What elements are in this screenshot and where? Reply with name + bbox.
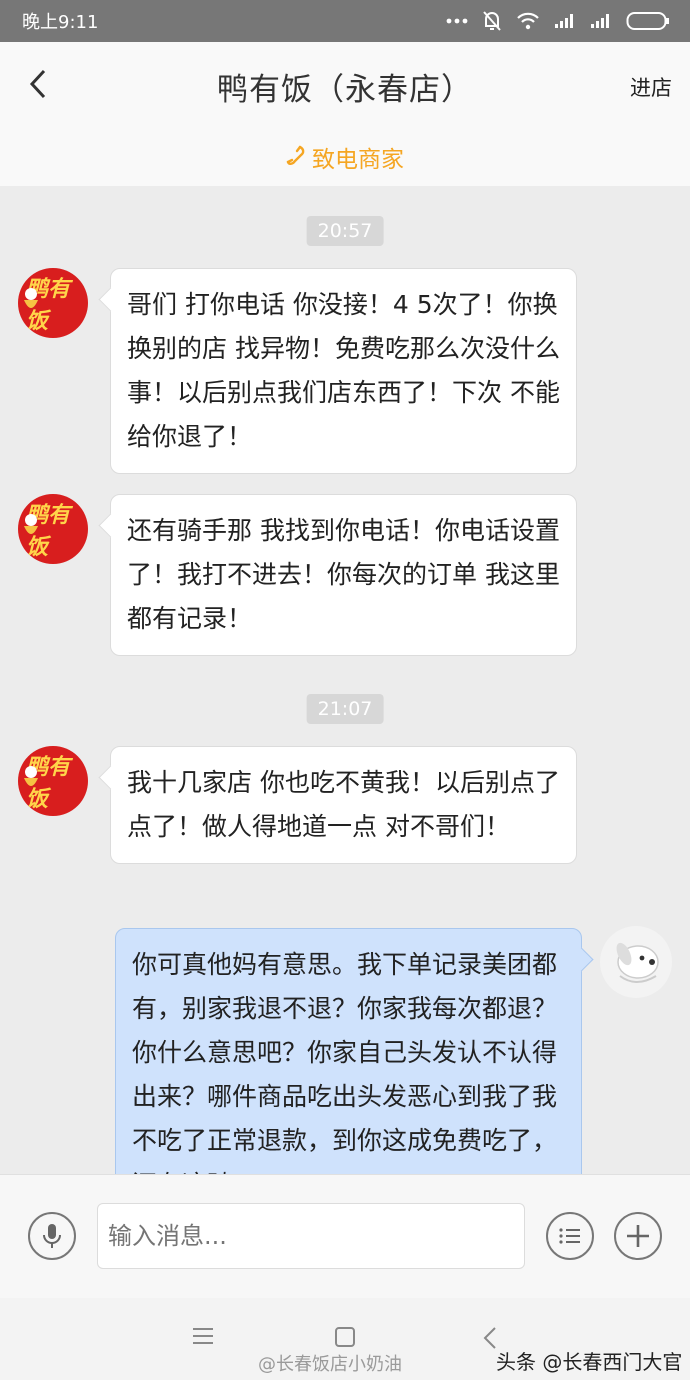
timestamp: 20:57 [306,216,384,246]
message-bubble-user: 你可真他妈有意思。我下单记录美团都有，别家我退不退？你家我每次都退？你什么意思吧… [115,928,582,1174]
add-button[interactable] [614,1212,662,1260]
signal-icon [555,14,573,28]
voice-button[interactable] [28,1212,76,1260]
quick-reply-button[interactable] [546,1212,594,1260]
status-time: 晚上9:11 [22,12,99,33]
microphone-icon [43,1224,61,1248]
message-bubble-merchant: 还有骑手那 我找到你电话！你电话设置了！我打不进去！你每次的订单 我这里都有记录… [110,494,577,656]
status-icons [446,10,670,32]
toutiao-watermark: 头条 @长春西门大官人 [496,1350,683,1380]
battery-icon [626,12,669,30]
timestamp: 21:07 [306,694,384,724]
signal-icon-2 [591,14,609,28]
duck-logo-icon [24,288,38,308]
page-title: 鸭有饭（永春店） [217,72,473,108]
input-bar [0,1174,690,1298]
user-avatar[interactable] [600,926,672,998]
merchant-avatar[interactable]: 鸭有饭 [18,494,88,564]
phone-icon [286,145,305,165]
message-bubble-merchant: 我十几家店 你也吃不黄我！以后别点了 点了！做人得地道一点 对不哥们！ [110,746,577,864]
status-bar: 晚上9:11 [0,0,690,42]
merchant-avatar[interactable]: 鸭有饭 [18,746,88,816]
dots-icon [446,18,468,24]
menu-icon[interactable] [192,1326,214,1346]
chat-area[interactable]: 20:57 鸭有饭 哥们 打你电话 你没接！4 5次了！你换换别的店 找异物！免… [0,186,690,1174]
list-icon [559,1228,580,1244]
enter-store-button[interactable]: 进店 [630,72,672,102]
chat-header: 鸭有饭（永春店） 进店 致电商家 [0,42,690,186]
message-input[interactable] [97,1203,525,1269]
mute-bell-icon [483,11,501,31]
call-merchant-button[interactable]: 致电商家 [0,140,690,174]
duck-logo-icon [24,766,38,786]
call-merchant-label: 致电商家 [312,147,404,173]
wifi-icon [517,12,539,30]
merchant-avatar[interactable]: 鸭有饭 [18,268,88,338]
system-nav-bar: @长春饭店小奶油 头条 @长春西门大官人 [0,1298,690,1380]
home-icon[interactable] [334,1326,356,1348]
dog-avatar-icon [616,942,659,983]
plus-icon [627,1225,649,1247]
weibo-watermark: @长春饭店小奶油 [258,1354,402,1375]
duck-logo-icon [24,514,38,534]
message-bubble-merchant: 哥们 打你电话 你没接！4 5次了！你换换别的店 找异物！免费吃那么次没什么事！… [110,268,577,474]
